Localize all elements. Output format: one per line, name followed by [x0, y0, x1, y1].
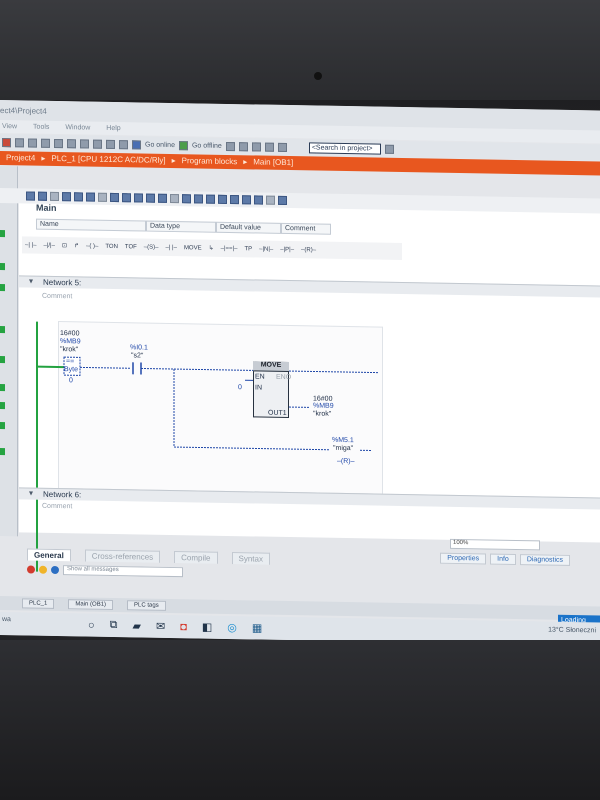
move-out-address[interactable]: %MB9 — [313, 402, 334, 409]
compare-constant[interactable]: 0 — [69, 377, 73, 384]
network-6-comment[interactable]: Comment — [42, 503, 72, 511]
info-icon[interactable] — [51, 565, 59, 575]
tab-syntax[interactable]: Syntax — [231, 552, 270, 565]
monitor-bezel-bottom — [0, 640, 600, 800]
wire-to-coil — [174, 446, 330, 451]
store-icon[interactable]: ◧ — [202, 621, 212, 634]
portal-tab-main[interactable]: Main (OB1) — [68, 599, 114, 610]
monitor-screen: ect4\Project4 View Tools Window Help Go … — [0, 100, 600, 646]
task-view-icon[interactable]: ⧉ — [110, 619, 118, 632]
coil-address[interactable]: %M5.1 — [332, 437, 354, 444]
move-eno-pin: ENO — [276, 373, 292, 382]
error-icon[interactable] — [27, 565, 35, 574]
office-icon[interactable]: ◘ — [180, 621, 187, 633]
tab-compile[interactable]: Compile — [174, 551, 218, 564]
search-icon[interactable]: ○ — [88, 619, 95, 631]
move-out-symbol: "krok" — [313, 410, 332, 418]
reset-coil[interactable]: –(R)– — [337, 458, 355, 465]
move-block-title: MOVE — [253, 361, 289, 373]
tab-properties[interactable]: Properties — [440, 552, 487, 565]
move-in-value[interactable]: 0 — [238, 384, 242, 391]
taskbar-left-text: wa — [2, 616, 11, 624]
move-out-pin: OUT1 — [268, 409, 287, 418]
network-6-title: Network 6: — [43, 489, 82, 500]
weather-widget[interactable]: 13°C Słoneczni — [548, 627, 596, 635]
tab-general[interactable]: General — [27, 548, 71, 562]
monitor-bezel-top — [0, 0, 600, 100]
wire-compare-to-contact — [80, 366, 130, 369]
warning-icon[interactable] — [39, 565, 47, 574]
move-en-pin: EN — [255, 373, 265, 381]
zoom-select[interactable]: 100% — [450, 538, 540, 551]
coil-type: R — [343, 457, 349, 466]
edge-browser-icon[interactable]: ◎ — [227, 621, 237, 634]
tia-portal-icon[interactable]: ▦ — [252, 621, 262, 634]
mail-icon[interactable]: ✉ — [156, 620, 165, 633]
wire-eno — [289, 370, 378, 374]
compare-operator: == — [66, 358, 75, 366]
tab-cross-references[interactable]: Cross-references — [84, 549, 161, 563]
contact-address[interactable]: %I0.1 — [130, 344, 148, 351]
compare-value: 16#00 — [60, 330, 80, 338]
portal-tab-plc[interactable]: PLC_1 — [22, 598, 55, 609]
wire-contact-to-move — [141, 367, 253, 371]
inspector-tabs: Properties Info Diagnostics — [440, 552, 570, 566]
compare-address: %MB9 — [60, 338, 81, 346]
coil-symbol: "miga" — [333, 444, 354, 453]
webcam — [314, 72, 322, 80]
portal-tab-plc-tags[interactable]: PLC tags — [127, 600, 166, 611]
tab-diagnostics[interactable]: Diagnostics — [519, 554, 570, 566]
compare-symbol: "krok" — [60, 346, 79, 354]
compare-type[interactable]: Byte — [64, 366, 78, 373]
file-explorer-icon[interactable]: ▰ — [133, 619, 141, 632]
collapse-icon[interactable]: ▾ — [29, 489, 33, 498]
contact-symbol: "s2" — [131, 352, 144, 360]
tab-info[interactable]: Info — [490, 553, 516, 566]
message-filter-select[interactable]: Show all messages — [63, 565, 183, 578]
move-in-pin: IN — [255, 384, 262, 392]
